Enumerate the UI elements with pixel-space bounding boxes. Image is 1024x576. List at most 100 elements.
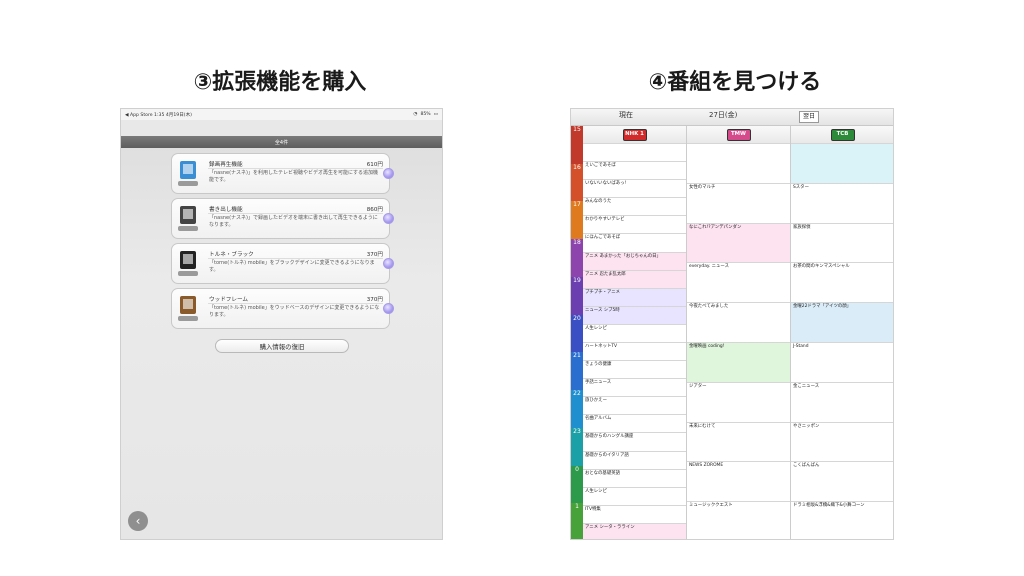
program-title: アニメ シータ・ラライン	[585, 524, 635, 530]
channel-header[interactable]: TCB	[791, 126, 893, 143]
program-title: アニメ 忍たま乱太郎	[585, 271, 626, 277]
heading-purchase: ③拡張機能を購入	[193, 70, 367, 95]
next-day-button[interactable]: 翌日	[799, 111, 819, 123]
program-cell[interactable]: なにこれ!?アンデパンダン	[687, 222, 790, 263]
store-item[interactable]: 書き出し機能 860円 「nasne(ナスネ)」で録画したビデオを端末に書き出して再…	[171, 198, 394, 239]
item-description: 「torne(トルネ) mobile」をウッドベースのデザインに変更できるように…	[209, 305, 380, 318]
hour-label: 17	[571, 201, 583, 240]
program-title: Sスター	[793, 184, 809, 190]
program-title: いないいないばあっ!	[585, 181, 627, 187]
program-title: 人生レシピ	[585, 325, 607, 331]
product-thumbnail-icon	[177, 159, 199, 189]
guide-toolbar: 現在 27日(金) 翌日	[571, 109, 893, 126]
program-cell[interactable]: ハートネットTV	[583, 342, 686, 361]
program-cell[interactable]: 人生レシピ	[583, 323, 686, 342]
now-button[interactable]: 現在	[619, 112, 633, 119]
program-title: なにこれ!?アンデパンダン	[689, 224, 742, 230]
chevron-left-icon[interactable]: ‹	[128, 511, 148, 531]
program-cell[interactable]: 名曲アルバム	[583, 414, 686, 433]
program-cell[interactable]: ドラミ相坂&浮橋&織下&小舞コーン	[791, 501, 893, 539]
store-item[interactable]: トルネ・ブラック 370円 「torne(トルネ) mobile」をブラックデザイン…	[171, 243, 394, 284]
program-cell[interactable]: 金曜22ドラマ「アイツの顔」	[791, 302, 893, 342]
program-cell[interactable]: ミュージッククエスト	[687, 501, 790, 539]
program-cell[interactable]: NEWS ZOROME	[687, 461, 790, 502]
program-title: everyday. ニュース	[689, 264, 729, 270]
program-cell[interactable]: ニュース シブ5時	[583, 305, 686, 324]
program-title: ニュース シブ5時	[585, 307, 620, 313]
program-cell[interactable]: ITV特集	[583, 504, 686, 523]
hour-label: 23	[571, 427, 583, 466]
status-time: 1:35	[154, 112, 165, 118]
buy-icon[interactable]	[383, 258, 394, 269]
program-cell[interactable]: 金こニュース	[791, 381, 893, 422]
item-description: 「nasne(ナスネ)」で録画したビデオを端末に書き出して再生できるようになりま…	[209, 215, 378, 228]
status-date: 4月19日(木)	[165, 112, 192, 118]
program-title: ITV特集	[585, 506, 601, 512]
item-divider	[208, 213, 383, 214]
program-title: 家族探偵	[793, 224, 811, 230]
program-cell[interactable]: えいごであそぼ	[583, 161, 686, 180]
channel-header[interactable]: NHK 1	[583, 126, 687, 143]
program-cell[interactable]: こくばんばん	[791, 461, 893, 502]
hour-label: 22	[571, 390, 583, 428]
item-divider	[208, 258, 383, 259]
program-cell[interactable]: 金曜映画 coding!	[687, 342, 790, 382]
program-cell[interactable]: 今夜たべてみました	[687, 302, 790, 342]
program-cell[interactable]: いないいないばあっ!	[583, 179, 686, 198]
program-cell[interactable]: 人生レシピ	[583, 486, 686, 505]
buy-icon[interactable]	[383, 213, 394, 224]
program-title: 金こニュース	[793, 383, 820, 389]
channel-column: えいごであそぼ いないいないばあっ! みんなのうた わかりやすいテレビにほんごであそぼ…	[583, 143, 687, 539]
hour-label: 1	[571, 503, 583, 539]
item-price: 370円	[366, 252, 383, 258]
program-cell[interactable]: 手話ニュース	[583, 378, 686, 397]
date-label[interactable]: 27日(金)	[709, 112, 737, 119]
program-cell[interactable]: 基礎からのイタリア語	[583, 450, 686, 469]
buy-icon[interactable]	[383, 303, 394, 314]
item-price: 370円	[366, 297, 383, 303]
program-cell[interactable]: きょうの健康	[583, 360, 686, 379]
program-cell[interactable]: おとなの基礎英語	[583, 468, 686, 487]
program-cell[interactable]: アニメ あまかった「おじちゃんの日」	[583, 251, 686, 270]
program-cell[interactable]: わかりやすいテレビ	[583, 215, 686, 234]
heading-find-programs: ④番組を見つける	[648, 70, 822, 95]
program-cell[interactable]: 旅ひかえー	[583, 396, 686, 415]
store-item[interactable]: 録画再生機能 610円 「nasne(ナスネ)」を利用したテレビ視聴やビデオ再生を可…	[171, 153, 394, 194]
program-cell[interactable]: ジアター	[687, 381, 790, 422]
channel-header[interactable]: TMW	[687, 126, 791, 143]
battery-percent: 85%	[420, 112, 431, 117]
status-carrier[interactable]: ◀ App Store	[125, 113, 153, 118]
program-cell[interactable]: やさニッポン	[791, 421, 893, 462]
store-item[interactable]: ウッドフレーム 370円 「torne(トルネ) mobile」をウッドベースのデザ…	[171, 288, 394, 329]
program-title: ジアター	[689, 383, 707, 389]
program-cell[interactable]: Sスター	[791, 182, 893, 223]
program-cell[interactable]: アニメ 忍たま乱太郎	[583, 269, 686, 288]
channel-column: Sスター家族探偵お茶の間のキンマスペシャル 金曜22ドラマ「アイツの顔」 J-Sta…	[791, 143, 893, 539]
program-title: おとなの基礎英語	[585, 470, 620, 476]
item-name: トルネ・ブラック	[209, 252, 254, 258]
restore-purchases-button[interactable]: 購入情報の復旧	[215, 339, 349, 353]
program-cell[interactable]: 家族探偵	[791, 222, 893, 263]
program-cell[interactable]	[583, 143, 686, 162]
program-title: NEWS ZOROME	[689, 463, 724, 469]
program-cell[interactable]: プチプチ・アニメ	[583, 287, 686, 306]
program-title: 基礎からのハングル講座	[585, 434, 634, 440]
program-title: プチプチ・アニメ	[585, 289, 621, 295]
program-title: 旅ひかえー	[585, 398, 607, 404]
program-cell[interactable]: にほんごであそぼ	[583, 233, 686, 252]
program-cell[interactable]: アニメ シータ・ラライン	[583, 522, 686, 539]
program-cell[interactable]: 基礎からのハングル講座	[583, 432, 686, 451]
program-cell[interactable]: everyday. ニュース	[687, 262, 790, 303]
program-cell[interactable]: みんなのうた	[583, 197, 686, 216]
program-title: わかりやすいテレビ	[585, 217, 625, 223]
program-title: 未来にむけて	[689, 423, 716, 429]
program-cell[interactable]: J-Stand	[791, 342, 893, 382]
program-cell[interactable]	[791, 143, 893, 183]
program-cell[interactable]	[687, 143, 790, 183]
item-description: 「nasne(ナスネ)」を利用したテレビ視聴やビデオ再生を可能にする追加機能です…	[209, 170, 379, 183]
program-cell[interactable]: お茶の間のキンマスペシャル	[791, 262, 893, 303]
program-cell[interactable]: 女性のマルチ	[687, 182, 790, 223]
buy-icon[interactable]	[383, 168, 394, 179]
program-cell[interactable]: 未来にむけて	[687, 421, 790, 462]
channel-header-row: NHK 1 TMW TCB	[583, 126, 893, 143]
